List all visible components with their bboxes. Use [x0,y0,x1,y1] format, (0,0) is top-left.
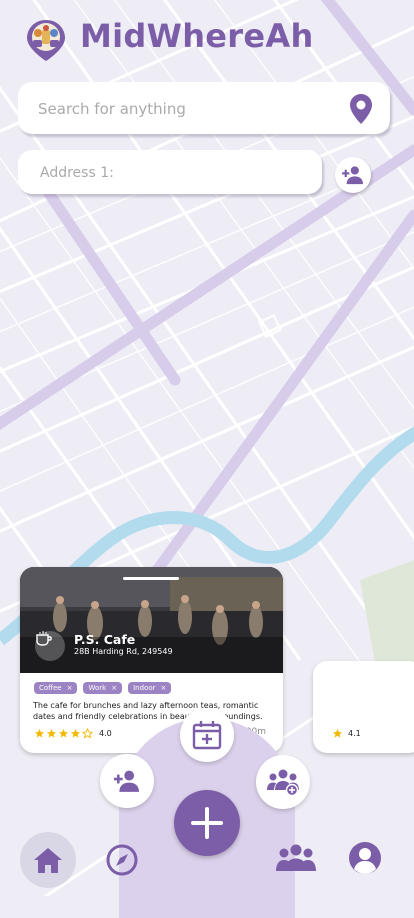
nav-explore[interactable] [100,838,144,882]
calendar-icon [192,721,222,750]
star-icon [332,728,343,738]
star-icon [70,728,81,738]
app-title: MidWhereAh [80,17,314,55]
home-icon [34,848,62,873]
rating: 4.0 [34,728,112,739]
cafe-cup-icon [35,631,65,661]
star-icon [34,728,45,738]
person-add-icon [113,770,139,792]
star-icon [58,728,69,738]
remove-tag-icon[interactable]: × [67,684,73,692]
remove-tag-icon[interactable]: × [160,684,166,692]
group-add-icon [267,769,299,796]
add-group-button[interactable] [256,755,310,809]
nav-home[interactable] [20,832,76,888]
tag-list: Coffee × Work × Indoor × [34,682,172,694]
rating-value: 4.1 [348,729,361,738]
tag-chip[interactable]: Indoor × [128,682,172,694]
rating: 4.1 [332,728,361,739]
place-card[interactable]: 4.1 [313,661,414,753]
address-input[interactable] [38,150,302,196]
bottom-nav [0,826,414,896]
tag-chip[interactable]: Coffee × [34,682,78,694]
add-person-button[interactable] [335,157,371,193]
address-field-container[interactable] [18,150,322,196]
groups-icon [276,844,316,871]
star-icon [46,728,57,738]
nav-profile[interactable] [343,836,387,880]
remove-tag-icon[interactable]: × [111,684,117,692]
tag-chip[interactable]: Work × [83,682,123,694]
header: MidWhereAh [0,0,414,80]
rating-value: 4.0 [99,729,112,738]
carousel-indicator [123,577,179,580]
place-address: 28B Harding Rd, 249549 [74,647,173,656]
tag-label: Coffee [39,684,62,692]
profile-icon [349,842,381,874]
star-outline-icon [82,728,93,739]
calendar-button[interactable] [180,708,234,762]
place-name: P.S. Cafe [74,632,136,647]
location-pin-icon[interactable] [350,94,372,124]
tag-label: Work [88,684,107,692]
search-input[interactable] [36,82,340,136]
search-bar[interactable] [18,82,390,136]
person-add-icon [342,166,363,185]
tag-label: Indoor [133,684,156,692]
compass-icon [106,844,138,876]
app-logo-icon [27,20,65,61]
add-person-action-button[interactable] [100,754,154,808]
place-description: The cafe for brunches and lazy afternoon… [33,701,263,721]
nav-groups[interactable] [274,836,318,880]
